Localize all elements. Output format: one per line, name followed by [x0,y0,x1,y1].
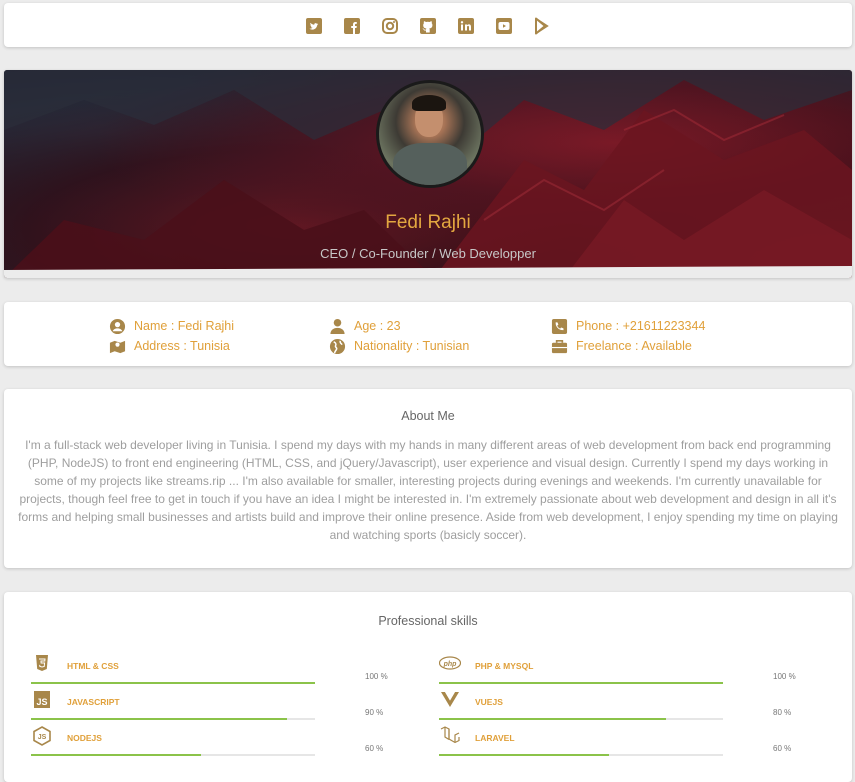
skill-javascript: JS JAVASCRIPT 90 % [31,690,383,730]
social-links [4,17,852,35]
skill-percent: 100 % [773,672,796,681]
info-address: Address : Tunisia [107,336,234,356]
skill-track [31,718,315,720]
skill-label: NODEJS [67,733,102,743]
skill-label: VUEJS [475,697,503,707]
skill-bar [439,682,723,684]
skill-percent: 100 % [365,672,388,681]
user-icon [327,317,347,335]
google-play-icon[interactable] [533,17,551,35]
skill-nodejs: JS NODEJS 60 % [31,726,383,766]
html5-icon [31,654,53,674]
user-circle-icon [107,317,127,335]
briefcase-icon [549,337,569,355]
profile-name: Fedi Rajhi [385,212,471,233]
skills-section: Professional skills HTML & CSS 100 % JS … [4,592,852,782]
info-age: Age : 23 [327,316,469,336]
info-column-1: Name : Fedi Rajhi Address : Tunisia [107,316,234,356]
info-freelance-text: Freelance : Available [576,339,692,353]
vuejs-icon [439,690,461,710]
info-nationality: Nationality : Tunisian [327,336,469,356]
skill-html-css: HTML & CSS 100 % [31,654,388,694]
info-name: Name : Fedi Rajhi [107,316,234,336]
profile-hero: Fedi Rajhi CEO / Co-Founder / Web Develo… [4,70,852,278]
about-text: I'm a full-stack web developer living in… [18,438,838,542]
info-column-2: Age : 23 Nationality : Tunisian [327,316,469,356]
instagram-icon[interactable] [381,17,399,35]
facebook-icon[interactable] [343,17,361,35]
skill-percent: 60 % [773,744,792,753]
about-title: About Me [401,409,455,423]
profile-title: CEO / Co-Founder / Web Developper [320,246,536,261]
about-section: About Me I'm a full-stack web developer … [4,389,852,568]
skill-label: LARAVEL [475,733,515,743]
laravel-icon [439,726,461,746]
personal-info: Name : Fedi Rajhi Address : Tunisia Age … [4,302,852,366]
skill-vuejs: VUEJS 80 % [439,690,791,730]
skill-label: JAVASCRIPT [67,697,120,707]
info-phone: Phone : +21611223344 [549,316,705,336]
info-phone-text: Phone : +21611223344 [576,319,706,333]
nodejs-icon: JS [31,726,53,746]
svg-text:JS: JS [38,734,47,741]
skill-bar [439,754,610,756]
skill-bar [439,718,667,720]
skills-title: Professional skills [378,614,478,628]
skill-percent: 90 % [365,708,384,717]
globe-icon [327,337,347,355]
info-name-text: Name : Fedi Rajhi [134,319,235,333]
skill-label: PHP & MYSQL [475,661,534,671]
skill-percent: 80 % [773,708,792,717]
phone-icon [549,317,569,335]
skill-track [439,682,723,684]
avatar [376,80,484,188]
twitter-icon[interactable] [305,17,323,35]
svg-text:php: php [443,661,458,668]
info-column-3: Phone : +21611223344 Freelance : Availab… [549,316,705,356]
info-age-text: Age : 23 [354,319,401,333]
js-icon: JS [31,690,53,710]
social-bar [4,3,852,47]
skill-bar [31,718,287,720]
skill-laravel: LARAVEL 60 % [439,726,791,766]
skill-label: HTML & CSS [67,661,119,671]
skill-track [439,754,723,756]
youtube-icon[interactable] [495,17,513,35]
skill-percent: 60 % [365,744,384,753]
skill-track [31,754,315,756]
map-marker-icon [107,337,127,355]
info-freelance: Freelance : Available [549,336,705,356]
info-address-text: Address : Tunisia [134,339,230,353]
linkedin-icon[interactable] [457,17,475,35]
php-icon: php [439,654,461,674]
skill-track [31,682,315,684]
skill-php-mysql: php PHP & MYSQL 100 % [439,654,796,694]
info-nationality-text: Nationality : Tunisian [354,339,470,353]
svg-text:JS: JS [36,697,47,707]
github-icon[interactable] [419,17,437,35]
skill-bar [31,754,202,756]
skill-bar [31,682,315,684]
skill-track [439,718,723,720]
